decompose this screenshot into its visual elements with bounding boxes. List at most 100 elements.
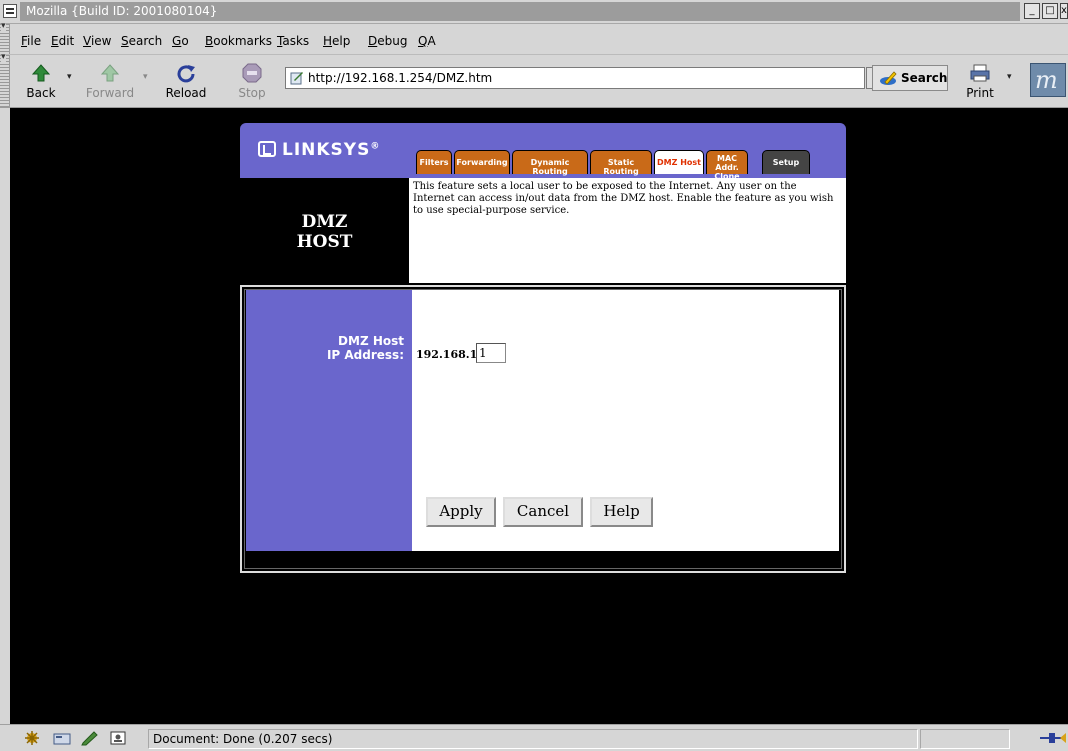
dmz-ip-last-octet-input[interactable] [476,343,506,363]
menu-file-label: ile [27,34,42,48]
forward-label: Forward [85,86,135,100]
search-label: Search [901,71,948,85]
back-button[interactable]: Back [17,55,65,105]
toolbar-grippy[interactable] [0,52,10,107]
menu-search[interactable]: Search [121,34,162,48]
menu-debug-mnemonic: D [368,34,378,48]
composer-component-icon[interactable] [80,730,100,746]
status-text: Document: Done (0.207 secs) [153,732,333,746]
tab-dmz-host[interactable]: DMZ Host [654,150,704,174]
menu-go-mnemonic: G [172,34,182,48]
linksys-brand-text: LINKSYS [282,140,371,160]
status-bar: Document: Done (0.207 secs) [0,724,1068,751]
tab-dynamic-routing[interactable]: Dynamic Routing [512,150,588,176]
url-bar[interactable]: http://192.168.1.254/DMZ.htm [285,67,865,89]
tab-setup[interactable]: Setup [762,150,810,174]
maximize-button[interactable]: □ [1042,3,1058,19]
mozilla-throbber-logo[interactable]: m [1030,63,1066,97]
menu-go-label: o [181,34,189,48]
tab-mac-addr-clone[interactable]: MAC Addr. Clone [706,150,748,181]
menu-search-label: earch [128,34,163,48]
printer-icon [970,64,990,82]
tab-filters[interactable]: Filters [416,150,452,174]
navigator-component-icon[interactable] [22,730,42,746]
page-title-line1: DMZ [301,212,348,232]
back-dropdown-icon[interactable]: ▾ [67,72,72,82]
page-proxy-icon[interactable] [290,71,304,85]
menu-bookmarks-mnemonic: B [205,34,214,48]
menu-qa[interactable]: QA [418,34,436,48]
titlebar-area[interactable]: Mozilla {Build ID: 2001080104} [20,2,1020,21]
search-icon [880,71,897,85]
navigation-toolbar: Back ▾ Forward ▾ Reload Stop http://192.… [0,52,1068,108]
menu-go[interactable]: Go [172,34,189,48]
tab-static-routing[interactable]: Static Routing [590,150,652,176]
forward-button[interactable]: Forward [80,55,140,105]
menu-tasks-label: asks [282,34,310,48]
tab-mac-addr-clone-label: MAC Addr. Clone [714,154,740,181]
menu-file[interactable]: File [21,34,41,48]
print-label: Print [966,86,994,100]
description-panel: This feature sets a local user to be exp… [409,178,846,283]
menu-help-label: elp [332,34,351,48]
content-viewport: LINKSYS® Filters Forwarding Dynamic Rout… [10,108,1068,724]
menu-debug-label: ebug [377,34,408,48]
menu-search-mnemonic: S [121,34,129,48]
menu-bookmarks[interactable]: Bookmarks [205,34,272,48]
menu-bookmarks-label: ookmarks [213,34,273,48]
dmz-host-label-line1: DMZ Host [338,334,404,348]
online-connection-icon[interactable] [1040,732,1066,744]
menu-view-mnemonic: V [83,34,91,48]
tab-dynamic-routing-label: Dynamic Routing [530,158,570,176]
forward-dropdown-icon[interactable]: ▾ [143,72,148,82]
tab-forwarding[interactable]: Forwarding [454,150,510,174]
apply-button[interactable]: Apply [426,497,496,527]
linksys-logo-icon [258,141,276,157]
print-dropdown-icon[interactable]: ▾ [1007,72,1012,82]
dmz-host-label-line2: IP Address: [326,348,404,362]
stop-label: Stop [238,86,266,100]
url-text: http://192.168.1.254/DMZ.htm [308,71,493,85]
linksys-brand-mark: ® [370,141,381,152]
window-title: Mozilla {Build ID: 2001080104} [26,4,218,18]
menu-qa-label: A [427,34,436,48]
menu-view-label: iew [90,34,112,48]
mail-component-icon[interactable] [52,730,72,746]
stop-button[interactable]: Stop [232,55,272,105]
reload-label: Reload [165,86,207,100]
menu-view[interactable]: View [83,34,111,48]
menu-help-mnemonic: H [323,34,333,48]
ip-prefix-text: 192.168.1. [416,348,482,361]
window-menu-icon[interactable] [3,4,17,18]
tab-forwarding-label: Forwarding [456,158,508,167]
settings-label-column [246,290,412,551]
menu-debug[interactable]: Debug [368,34,407,48]
forward-arrow-icon [100,64,120,82]
progress-panel [920,729,1010,749]
tab-dmz-host-label: DMZ Host [657,158,701,167]
menu-edit-mnemonic: E [51,34,59,48]
tab-filters-label: Filters [419,158,449,167]
tab-setup-label: Setup [772,158,800,167]
stop-icon [242,63,262,83]
page-title: DMZ HOST [240,212,409,252]
dmz-host-ip-label: DMZ Host IP Address: [246,334,404,362]
reload-button[interactable]: Reload [155,55,217,105]
status-text-panel: Document: Done (0.207 secs) [148,729,918,749]
menu-edit[interactable]: Edit [51,34,74,48]
address-book-component-icon[interactable] [108,730,128,746]
minimize-button[interactable]: _ [1024,3,1040,19]
print-button[interactable]: Print [958,55,1002,105]
linksys-logo: LINKSYS® [258,140,380,160]
window-titlebar: Mozilla {Build ID: 2001080104} _ □ x [0,0,1068,24]
reload-icon [177,65,195,83]
menu-tasks[interactable]: Tasks [277,34,309,48]
help-button[interactable]: Help [590,497,653,527]
close-button[interactable]: x [1060,3,1068,19]
search-button[interactable]: Search [872,65,948,91]
feature-description: This feature sets a local user to be exp… [413,181,834,216]
menu-help[interactable]: Help [323,34,350,48]
cancel-button[interactable]: Cancel [503,497,583,527]
back-label: Back [26,86,56,100]
menu-edit-label: dit [58,34,75,48]
